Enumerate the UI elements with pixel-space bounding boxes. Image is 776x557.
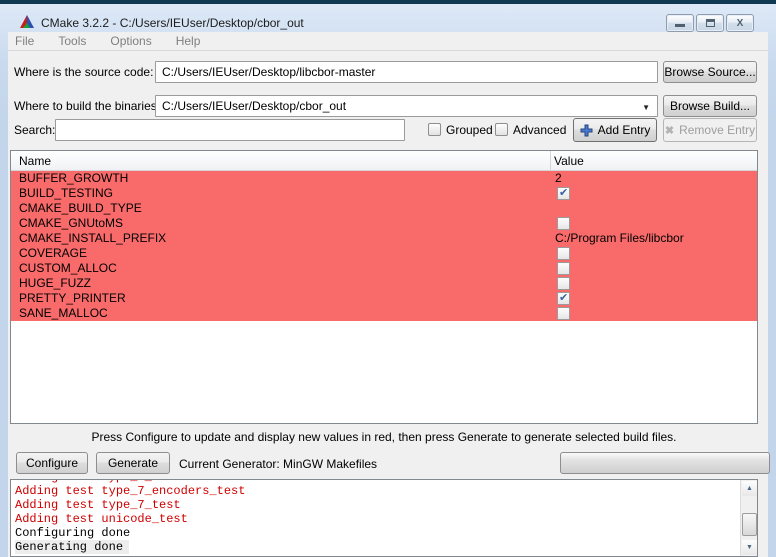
log-line: Generating done: [15, 540, 739, 554]
cache-entry-name[interactable]: BUILD_TESTING: [11, 186, 550, 201]
cache-entry-value[interactable]: [550, 307, 757, 320]
table-row[interactable]: CMAKE_GNUtoMS: [11, 216, 757, 231]
unchecked-checkbox[interactable]: [557, 277, 570, 290]
cache-entry-value[interactable]: C:/Program Files/libcbor: [550, 231, 757, 246]
cache-table-header[interactable]: Name Value: [11, 151, 757, 171]
minimize-button[interactable]: [666, 14, 694, 32]
menu-options[interactable]: Options: [98, 32, 163, 51]
add-entry-button[interactable]: Add Entry: [573, 118, 657, 142]
cache-entry-name[interactable]: PRETTY_PRINTER: [11, 291, 550, 306]
source-label: Where is the source code:: [14, 65, 153, 79]
advanced-checkbox[interactable]: [495, 123, 508, 136]
unchecked-checkbox[interactable]: [557, 262, 570, 275]
cache-entry-value[interactable]: [550, 262, 757, 275]
cmake-window: CMake 3.2.2 - C:/Users/IEUser/Desktop/cb…: [0, 0, 776, 557]
table-row[interactable]: HUGE_FUZZ: [11, 276, 757, 291]
unchecked-checkbox[interactable]: [557, 307, 570, 320]
log-line: Adding test type_7_test: [15, 498, 739, 512]
table-row[interactable]: BUILD_TESTING: [11, 186, 757, 201]
cache-table: Name Value BUFFER_GROWTH2BUILD_TESTINGCM…: [10, 150, 758, 424]
current-generator-label: Current Generator: MinGW Makefiles: [179, 457, 377, 471]
cache-entry-value[interactable]: [550, 247, 757, 260]
column-header-value[interactable]: Value: [554, 154, 584, 168]
checked-checkbox[interactable]: [557, 187, 570, 200]
menu-tools[interactable]: Tools: [46, 32, 98, 51]
window-title: CMake 3.2.2 - C:/Users/IEUser/Desktop/cb…: [41, 16, 304, 30]
cache-entry-name[interactable]: CMAKE_GNUtoMS: [11, 216, 550, 231]
add-icon: [580, 124, 593, 137]
checked-checkbox[interactable]: [557, 292, 570, 305]
cache-entry-value[interactable]: [550, 187, 757, 200]
scrollbar-thumb[interactable]: [742, 513, 757, 536]
cache-entry-name[interactable]: CUSTOM_ALLOC: [11, 261, 550, 276]
output-log[interactable]: Adding test type_6_testAdding test type_…: [10, 479, 758, 557]
scroll-up-icon[interactable]: ▲: [742, 481, 757, 496]
cache-entry-name[interactable]: COVERAGE: [11, 246, 550, 261]
menubar: FileToolsOptionsHelp: [8, 32, 768, 51]
cache-entry-name[interactable]: CMAKE_BUILD_TYPE: [11, 201, 550, 216]
log-line: Adding test unicode_test: [15, 512, 739, 526]
cache-entry-value[interactable]: 2: [550, 171, 757, 186]
menu-help[interactable]: Help: [164, 32, 213, 51]
browse-source-button[interactable]: Browse Source...: [663, 61, 757, 83]
cache-rows: BUFFER_GROWTH2BUILD_TESTINGCMAKE_BUILD_T…: [11, 171, 757, 321]
generate-button[interactable]: Generate: [96, 452, 170, 474]
table-row[interactable]: CMAKE_INSTALL_PREFIXC:/Program Files/lib…: [11, 231, 757, 246]
close-icon: X: [737, 18, 744, 29]
table-row[interactable]: SANE_MALLOC: [11, 306, 757, 321]
build-path-value: C:/Users/IEUser/Desktop/cbor_out: [162, 99, 346, 113]
advanced-label: Advanced: [513, 123, 566, 137]
source-path-input[interactable]: [155, 61, 658, 83]
grouped-label: Grouped: [446, 123, 493, 137]
log-line: Configuring done: [15, 526, 739, 540]
table-row[interactable]: BUFFER_GROWTH2: [11, 171, 757, 186]
column-divider[interactable]: [550, 151, 551, 171]
configure-hint: Press Configure to update and display ne…: [10, 430, 758, 444]
log-scrollbar[interactable]: ▲ ▼: [740, 480, 757, 556]
build-path-combobox[interactable]: C:/Users/IEUser/Desktop/cbor_out ▼: [155, 95, 658, 117]
table-row[interactable]: COVERAGE: [11, 246, 757, 261]
cache-entry-value[interactable]: [550, 277, 757, 290]
remove-icon: ✖: [665, 124, 674, 137]
cmake-logo-icon: [19, 14, 35, 30]
maximize-button[interactable]: [696, 14, 724, 32]
unchecked-checkbox[interactable]: [557, 217, 570, 230]
menu-file[interactable]: File: [8, 32, 46, 51]
log-content: Adding test type_6_testAdding test type_…: [15, 479, 739, 554]
search-input[interactable]: [55, 119, 405, 141]
table-row[interactable]: CUSTOM_ALLOC: [11, 261, 757, 276]
table-row[interactable]: CMAKE_BUILD_TYPE: [11, 201, 757, 216]
cache-entry-name[interactable]: CMAKE_INSTALL_PREFIX: [11, 231, 550, 246]
search-label: Search:: [14, 123, 55, 137]
cache-entry-value[interactable]: [550, 292, 757, 305]
column-header-name[interactable]: Name: [19, 154, 51, 168]
cache-entry-value[interactable]: [550, 217, 757, 230]
browse-build-button[interactable]: Browse Build...: [663, 95, 757, 117]
unchecked-checkbox[interactable]: [557, 247, 570, 260]
remove-entry-button: ✖ Remove Entry: [663, 118, 757, 142]
cache-entry-name[interactable]: SANE_MALLOC: [11, 306, 550, 321]
log-line: Adding test type_7_encoders_test: [15, 484, 739, 498]
maximize-icon: [706, 19, 715, 27]
configure-button[interactable]: Configure: [16, 452, 88, 474]
close-button[interactable]: X: [726, 14, 754, 32]
scroll-down-icon[interactable]: ▼: [742, 540, 757, 555]
cache-entry-name[interactable]: HUGE_FUZZ: [11, 276, 550, 291]
minimize-icon: [675, 24, 685, 27]
chevron-down-icon[interactable]: ▼: [642, 103, 650, 112]
grouped-checkbox[interactable]: [428, 123, 441, 136]
titlebar[interactable]: CMake 3.2.2 - C:/Users/IEUser/Desktop/cb…: [0, 4, 776, 32]
cache-entry-name[interactable]: BUFFER_GROWTH: [11, 171, 550, 186]
table-row[interactable]: PRETTY_PRINTER: [11, 291, 757, 306]
build-label: Where to build the binaries:: [14, 99, 160, 113]
progress-bar: [560, 452, 770, 474]
